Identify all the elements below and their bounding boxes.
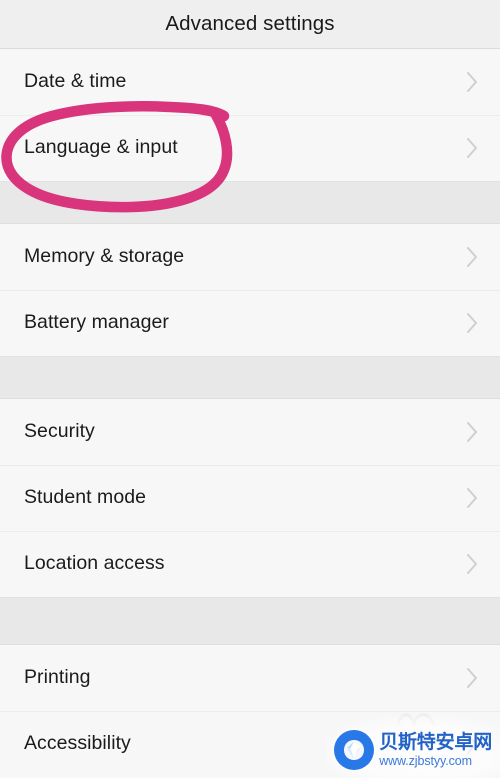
chevron-right-icon xyxy=(466,487,479,509)
row-label: Location access xyxy=(24,552,165,575)
sidebar-item-battery-manager[interactable]: Battery manager xyxy=(0,290,500,356)
sidebar-item-memory-storage[interactable]: Memory & storage xyxy=(0,224,500,290)
row-label: Memory & storage xyxy=(24,245,185,268)
sidebar-item-security[interactable]: Security xyxy=(0,399,500,465)
chevron-right-icon xyxy=(466,421,479,443)
watermark-text: 贝斯特安卓网 www.zjbstyy.com xyxy=(379,730,492,768)
row-label: Printing xyxy=(24,666,91,689)
chevron-right-icon xyxy=(466,137,479,159)
row-label: Language & input xyxy=(24,136,178,159)
site-watermark: 贝斯特安卓网 www.zjbstyy.com xyxy=(334,730,492,770)
chevron-right-icon xyxy=(466,553,479,575)
row-label: Security xyxy=(24,420,95,443)
row-label: Battery manager xyxy=(24,311,169,334)
sidebar-item-printing[interactable]: Printing xyxy=(0,645,500,711)
sidebar-item-language-input[interactable]: Language & input xyxy=(0,115,500,181)
settings-list: Date & time Language & input Memory & st… xyxy=(0,49,500,777)
watermark-site-name: 贝斯特安卓网 xyxy=(379,730,492,753)
phone-screen: Advanced settings Date & time Language &… xyxy=(0,0,500,778)
page-title: Advanced settings xyxy=(165,12,335,35)
diamond-gem-icon xyxy=(334,730,375,770)
chevron-right-icon xyxy=(466,667,479,689)
sidebar-item-date-time[interactable]: Date & time xyxy=(0,49,500,115)
watermark-url: www.zjbstyy.com xyxy=(379,753,472,768)
row-label: Accessibility xyxy=(24,732,131,755)
group-separator xyxy=(0,356,500,399)
settings-group-3: Security Student mode Location access xyxy=(0,399,500,597)
sidebar-item-location-access[interactable]: Location access xyxy=(0,531,500,597)
row-label: Date & time xyxy=(24,70,127,93)
group-separator xyxy=(0,597,500,645)
screen-header: Advanced settings xyxy=(0,0,500,49)
chevron-right-icon xyxy=(466,312,479,334)
chevron-right-icon xyxy=(466,246,479,268)
settings-group-2: Memory & storage Battery manager xyxy=(0,224,500,356)
settings-group-1: Date & time Language & input xyxy=(0,49,500,181)
sidebar-item-student-mode[interactable]: Student mode xyxy=(0,465,500,531)
chevron-right-icon xyxy=(466,71,479,93)
row-label: Student mode xyxy=(24,486,147,509)
group-separator xyxy=(0,181,500,224)
